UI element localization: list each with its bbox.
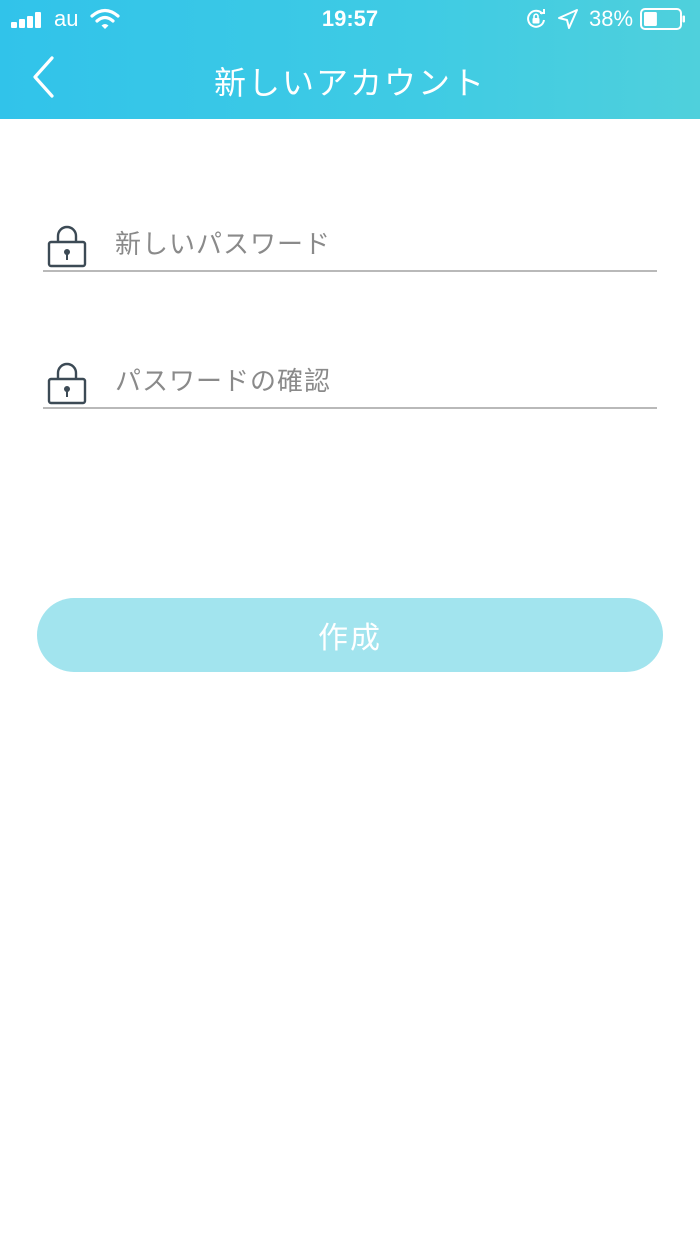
battery-percent: 38% — [589, 6, 634, 31]
lock-icon — [47, 362, 87, 405]
app-header: au 19:57 38% 新しいアカウント — [0, 0, 700, 119]
rotation-lock-icon — [527, 9, 545, 28]
nav-bar: 新しいアカウント — [0, 40, 700, 119]
create-button[interactable]: 作成 — [37, 598, 663, 672]
battery-icon — [640, 8, 685, 30]
new-password-field — [43, 222, 657, 272]
page-title: 新しいアカウント — [213, 64, 486, 102]
confirm-password-input[interactable] — [115, 359, 645, 405]
location-arrow-icon — [558, 9, 578, 29]
confirm-password-field — [43, 359, 657, 409]
new-password-input[interactable] — [115, 222, 645, 268]
status-bar: au 19:57 38% — [0, 0, 700, 40]
lock-icon — [47, 225, 87, 268]
